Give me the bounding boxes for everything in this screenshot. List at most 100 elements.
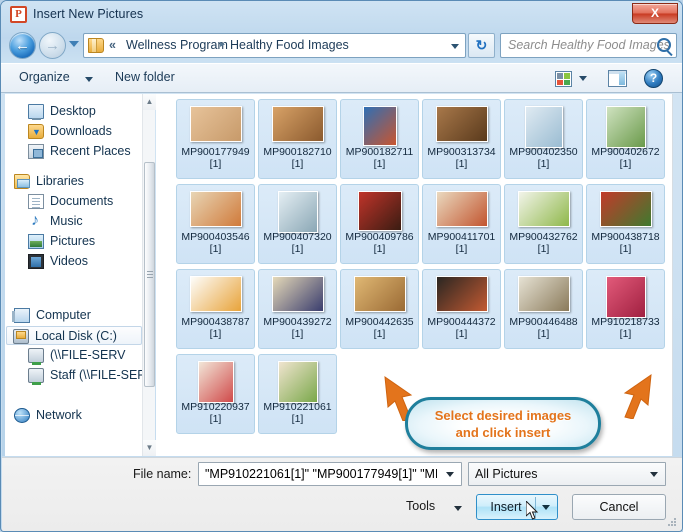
powerpoint-icon: P — [10, 6, 27, 23]
videos-icon — [28, 254, 44, 269]
navigation-pane-scrollbar[interactable]: ▲ ▼ — [142, 94, 155, 456]
file-tile[interactable]: MP900432762[1] — [504, 184, 583, 264]
chevron-down-icon[interactable] — [446, 472, 454, 477]
history-dropdown-icon[interactable] — [69, 41, 79, 47]
tools-button[interactable]: Tools — [406, 499, 435, 513]
scroll-up-arrow-icon[interactable]: ▲ — [143, 94, 156, 110]
chevron-down-icon — [650, 472, 658, 477]
file-tile[interactable]: MP900439272[1] — [258, 269, 337, 349]
file-tile[interactable]: MP910220937[1] — [176, 354, 255, 434]
file-thumbnail — [272, 276, 324, 312]
title-bar: P Insert New Pictures X — [1, 1, 683, 29]
file-thumbnail — [190, 276, 242, 312]
address-bar[interactable]: « Wellness Program ▸ Healthy Food Images — [83, 33, 466, 58]
file-tile[interactable]: MP900409786[1] — [340, 184, 419, 264]
search-input[interactable]: Search Healthy Food Images — [500, 33, 677, 58]
file-thumbnail — [518, 191, 570, 227]
desktop-icon — [28, 104, 44, 119]
scroll-down-arrow-icon[interactable]: ▼ — [143, 440, 156, 456]
help-icon[interactable]: ? — [644, 69, 663, 88]
file-tile[interactable]: MP900444372[1] — [422, 269, 501, 349]
network-icon — [14, 408, 30, 423]
annotation-arrow-right-icon — [613, 373, 655, 419]
file-name-label: MP910218733[1] — [589, 316, 662, 340]
scrollbar-thumb[interactable] — [144, 162, 155, 387]
downloads-icon — [28, 124, 44, 139]
file-tile[interactable]: MP900402350[1] — [504, 99, 583, 179]
chevron-down-icon[interactable] — [579, 76, 587, 81]
file-tile[interactable]: MP900313734[1] — [422, 99, 501, 179]
sidebar-item-label: Videos — [50, 252, 88, 271]
search-placeholder: Search Healthy Food Images — [508, 38, 670, 52]
view-layout-icon[interactable] — [555, 71, 572, 87]
file-tile[interactable]: MP900411701[1] — [422, 184, 501, 264]
file-tile[interactable]: MP900182710[1] — [258, 99, 337, 179]
file-name-label: MP900444372[1] — [425, 316, 498, 340]
file-tile[interactable]: MP900182711[1] — [340, 99, 419, 179]
sidebar-item-label: Network — [36, 406, 82, 425]
recent-places-icon — [28, 144, 44, 159]
file-thumbnail — [436, 191, 488, 227]
sidebar-item-label: Libraries — [36, 172, 84, 191]
forward-button[interactable]: → — [39, 32, 66, 59]
file-name-label: MP900313734[1] — [425, 146, 498, 170]
file-thumbnail — [190, 106, 242, 142]
sidebar-item-label: Pictures — [50, 232, 95, 251]
file-name-label: MP900411701[1] — [425, 231, 498, 255]
file-thumbnail — [278, 361, 318, 403]
sidebar-item-local-disk-c[interactable]: Local Disk (C:) — [6, 326, 142, 345]
breadcrumb-item-wellness-program[interactable]: Wellness Program — [126, 38, 228, 52]
documents-icon — [28, 194, 44, 209]
pane-accent-stripe — [2, 94, 5, 456]
insert-button-label: Insert — [477, 500, 535, 514]
preview-pane-icon[interactable] — [608, 70, 627, 87]
cancel-button[interactable]: Cancel — [572, 494, 666, 520]
file-tile[interactable]: MP900177949[1] — [176, 99, 255, 179]
file-thumbnail — [354, 276, 406, 312]
back-button[interactable]: ← — [9, 32, 36, 59]
breadcrumb-item-healthy-food-images[interactable]: Healthy Food Images — [230, 38, 349, 52]
close-button[interactable]: X — [632, 3, 678, 24]
annotation-callout: Select desired images and click insert — [405, 397, 601, 450]
file-tile[interactable]: MP900442635[1] — [340, 269, 419, 349]
navigation-bar: ← → « Wellness Program ▸ Healthy Food Im… — [1, 31, 683, 61]
file-name-label: MP900439272[1] — [261, 316, 334, 340]
sidebar-item-label: Documents — [50, 192, 113, 211]
sidebar-item-label: Recent Places — [50, 142, 131, 161]
refresh-button[interactable]: ↻ — [468, 33, 495, 58]
file-name-label: MP910221061[1] — [261, 401, 334, 425]
file-tile[interactable]: MP900407320[1] — [258, 184, 337, 264]
sidebar-item-label: Downloads — [50, 122, 112, 141]
chevron-down-icon[interactable] — [542, 505, 550, 510]
sidebar-item-label: Computer — [36, 306, 91, 325]
organize-button[interactable]: Organize — [19, 70, 70, 84]
chevron-down-icon[interactable] — [451, 44, 459, 49]
file-tile[interactable]: MP900402672[1] — [586, 99, 665, 179]
file-thumbnail — [436, 106, 488, 142]
file-tile[interactable]: MP910218733[1] — [586, 269, 665, 349]
file-type-filter-select[interactable]: All Pictures — [468, 462, 666, 486]
chevron-down-icon[interactable] — [85, 77, 93, 82]
file-tile[interactable]: MP900403546[1] — [176, 184, 255, 264]
file-tile[interactable]: MP900438718[1] — [586, 184, 665, 264]
network-drive-icon — [28, 368, 44, 383]
file-thumbnail — [363, 106, 397, 146]
file-name-label: File name: — [133, 467, 191, 481]
breadcrumb-overflow[interactable]: « — [109, 38, 116, 52]
sidebar-item-label: Desktop — [50, 102, 96, 121]
split-button-divider — [535, 497, 536, 517]
file-tile[interactable]: MP910221061[1] — [258, 354, 337, 434]
file-name-input[interactable]: "MP910221061[1]" "MP900177949[1]" "MP900 — [198, 462, 462, 486]
chevron-down-icon[interactable] — [454, 506, 462, 511]
file-name-label: MP900403546[1] — [179, 231, 252, 255]
insert-button[interactable]: Insert — [476, 494, 558, 520]
file-thumbnail — [198, 361, 234, 403]
dialog-footer: File name: "MP910221061[1]" "MP900177949… — [2, 457, 682, 531]
new-folder-button[interactable]: New folder — [115, 70, 175, 84]
file-name-label: MP900438787[1] — [179, 316, 252, 340]
file-tile[interactable]: MP900438787[1] — [176, 269, 255, 349]
file-name-label: MP900446488[1] — [507, 316, 580, 340]
file-tile[interactable]: MP900446488[1] — [504, 269, 583, 349]
resize-grip[interactable] — [668, 518, 678, 528]
command-toolbar: Organize New folder ? — [1, 63, 683, 93]
